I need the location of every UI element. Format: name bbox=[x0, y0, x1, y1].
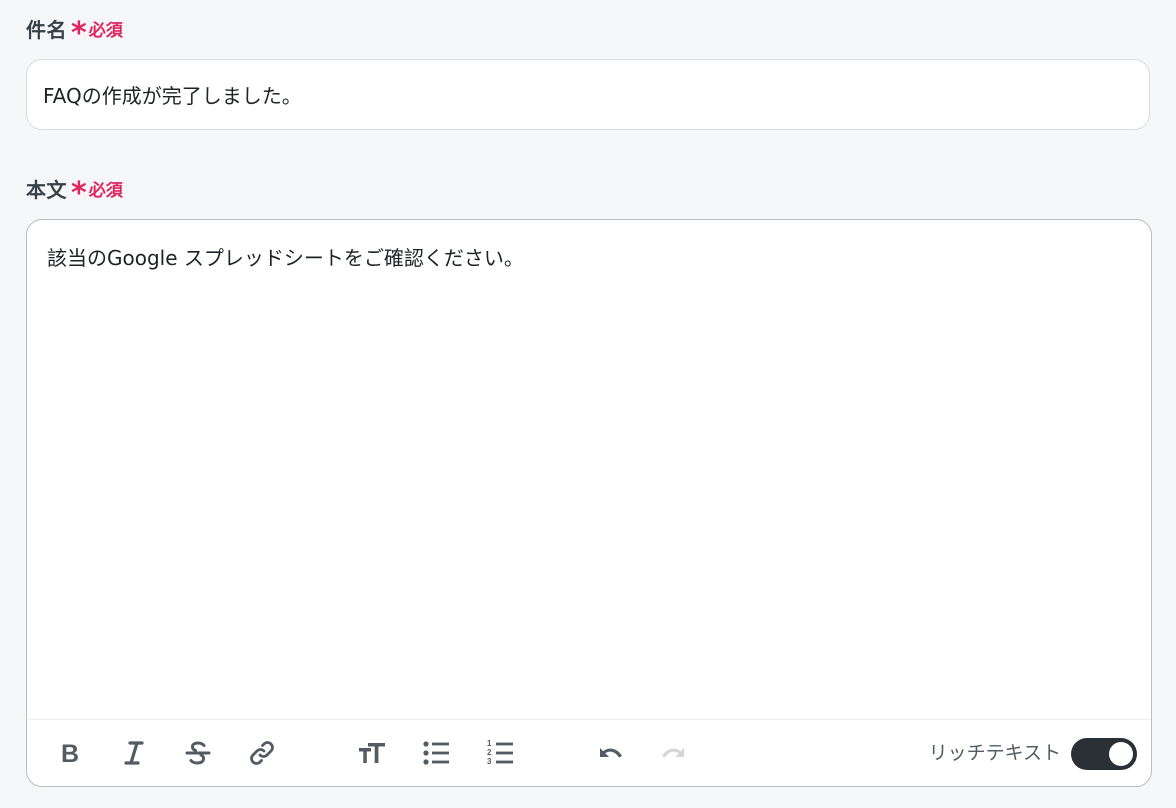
body-label-row: 本文 * 必須 bbox=[26, 174, 123, 209]
bullet-list-button[interactable] bbox=[420, 737, 452, 769]
svg-text:2: 2 bbox=[487, 748, 492, 757]
link-button[interactable] bbox=[246, 737, 278, 769]
required-badge: 必須 bbox=[88, 180, 123, 201]
required-badge: 必須 bbox=[88, 20, 123, 41]
rich-text-toggle[interactable] bbox=[1071, 738, 1137, 770]
required-star-icon: * bbox=[71, 176, 87, 211]
subject-input-value: FAQの作成が完了しました。 bbox=[43, 84, 302, 108]
redo-button[interactable] bbox=[658, 737, 690, 769]
editor-toolbar: B 1 2 3 リッチテキスト bbox=[27, 719, 1151, 786]
body-editor[interactable]: 該当のGoogle スプレッドシートをご確認ください。 B 1 2 3 リッチテ… bbox=[26, 219, 1152, 787]
bold-button[interactable]: B bbox=[54, 737, 86, 769]
undo-button[interactable] bbox=[594, 737, 626, 769]
body-label: 本文 bbox=[26, 177, 67, 202]
toggle-knob bbox=[1109, 742, 1133, 766]
italic-button[interactable] bbox=[118, 737, 150, 769]
subject-label: 件名 bbox=[26, 17, 67, 42]
subject-input[interactable]: FAQの作成が完了しました。 bbox=[26, 59, 1150, 130]
undo-icon bbox=[600, 748, 622, 758]
bold-icon: B bbox=[61, 740, 79, 768]
link-icon bbox=[250, 741, 274, 765]
text-size-button[interactable] bbox=[356, 737, 388, 769]
bullet-list-icon bbox=[423, 741, 449, 765]
strikethrough-icon bbox=[185, 741, 211, 765]
body-editor-content[interactable]: 該当のGoogle スプレッドシートをご確認ください。 bbox=[47, 242, 1131, 271]
strikethrough-button[interactable] bbox=[182, 737, 214, 769]
rich-text-label: リッチテキスト bbox=[928, 742, 1061, 764]
svg-text:3: 3 bbox=[487, 757, 492, 766]
svg-text:1: 1 bbox=[487, 739, 492, 748]
numbered-list-icon: 1 2 3 bbox=[487, 739, 513, 766]
numbered-list-button[interactable]: 1 2 3 bbox=[484, 737, 516, 769]
required-star-icon: * bbox=[71, 16, 87, 51]
text-size-icon bbox=[359, 743, 385, 763]
italic-icon bbox=[124, 741, 144, 765]
svg-text:B: B bbox=[61, 740, 79, 768]
redo-icon bbox=[662, 748, 684, 758]
subject-label-row: 件名 * 必須 bbox=[26, 14, 123, 49]
